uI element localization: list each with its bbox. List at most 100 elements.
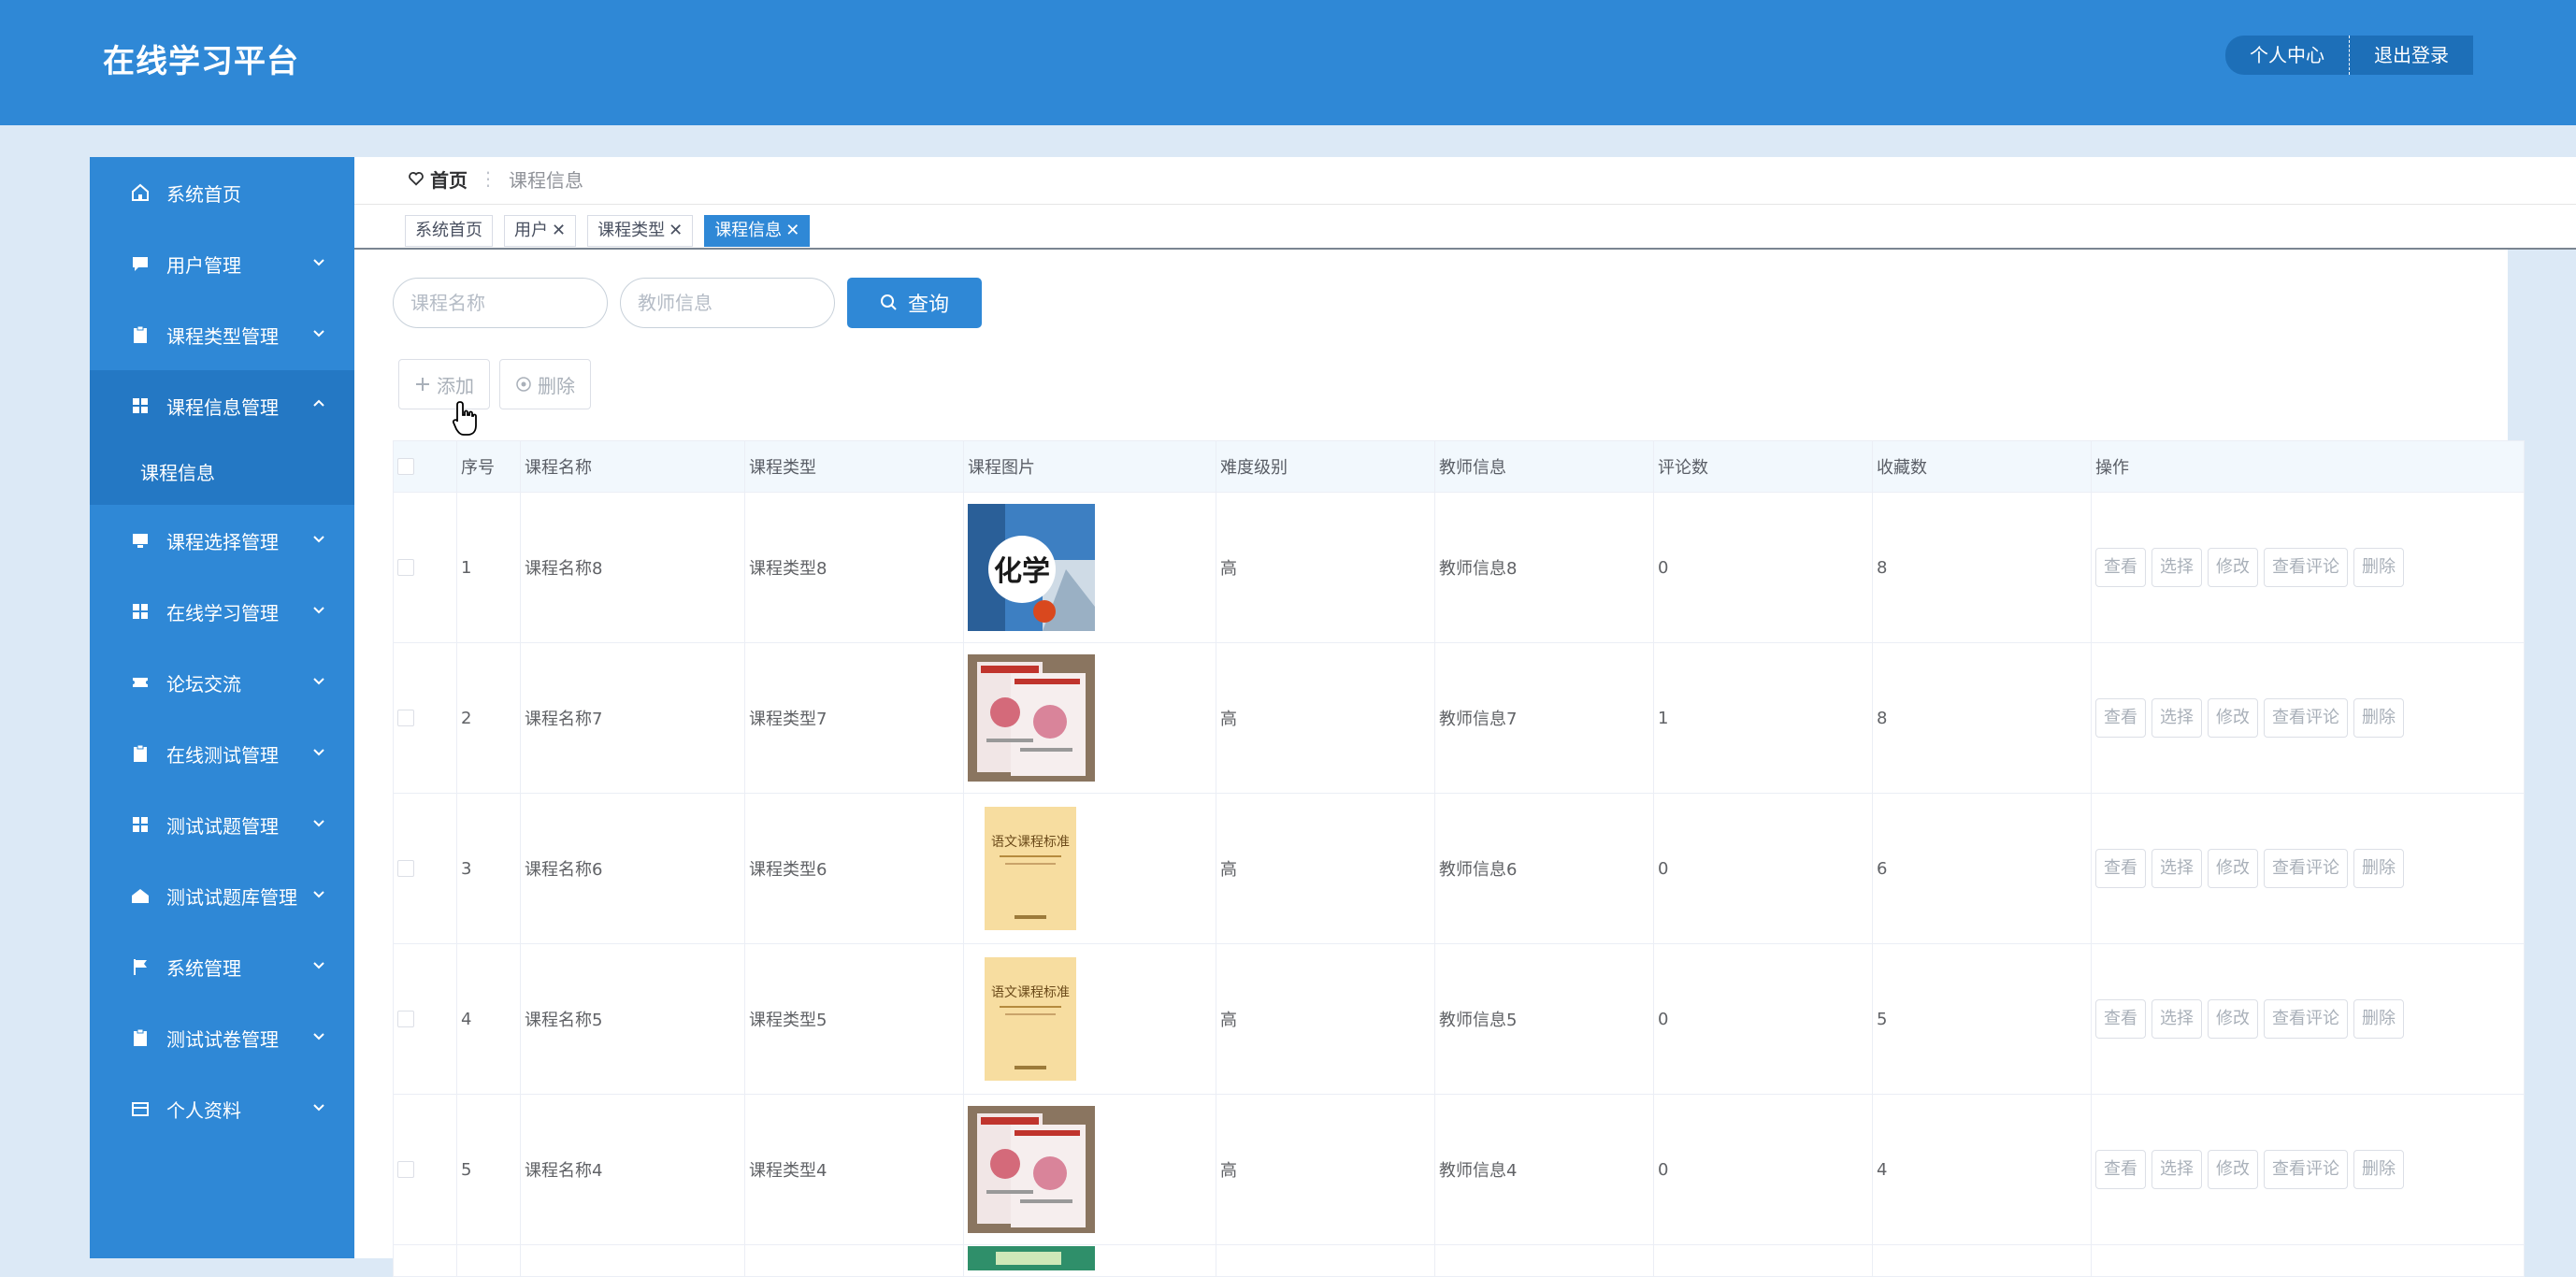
- tab-users[interactable]: 用户 ✕: [504, 215, 577, 247]
- row-select-cell[interactable]: [393, 943, 457, 1095]
- sidebar-item-question-bank[interactable]: 测试试题库管理: [90, 860, 354, 931]
- course-name-input[interactable]: [393, 278, 608, 328]
- breadcrumb-home[interactable]: 首页: [430, 165, 468, 193]
- select-button[interactable]: 选择: [2151, 698, 2202, 738]
- table-row: 4 课程名称5 课程类型5 语文课程标准 高 教师信息5 0 5 查看 选择 修…: [393, 943, 2525, 1095]
- view-button[interactable]: 查看: [2095, 999, 2146, 1039]
- course-image-book-set: [968, 1106, 1095, 1233]
- sidebar-item-users[interactable]: 用户管理: [90, 228, 354, 299]
- edit-button[interactable]: 修改: [2208, 999, 2258, 1039]
- sidebar-item-profile[interactable]: 个人资料: [90, 1073, 354, 1144]
- view-comments-button[interactable]: 查看评论: [2264, 1150, 2348, 1189]
- select-all-cell[interactable]: [393, 440, 457, 493]
- row-delete-button[interactable]: 删除: [2353, 1150, 2404, 1189]
- row-delete-button[interactable]: 删除: [2353, 849, 2404, 888]
- select-all-checkbox[interactable]: [397, 458, 414, 475]
- table-row: 2 课程名称7 课程类型7 高 教师信息7 1 8 查看 选择 修改 查看评论 …: [393, 642, 2525, 794]
- sidebar-item-system[interactable]: 系统管理: [90, 931, 354, 1002]
- view-comments-button[interactable]: 查看评论: [2264, 698, 2348, 738]
- edit-button[interactable]: 修改: [2208, 849, 2258, 888]
- sidebar-subitem-course-info[interactable]: 课程信息: [90, 441, 354, 505]
- edit-button[interactable]: 修改: [2208, 1150, 2258, 1189]
- sidebar-item-label: 测试试卷管理: [166, 1027, 279, 1051]
- select-button[interactable]: 选择: [2151, 548, 2202, 587]
- row-checkbox[interactable]: [397, 1161, 414, 1178]
- cell-image: 语文课程标准: [963, 793, 1216, 944]
- view-comments-button[interactable]: 查看评论: [2264, 849, 2348, 888]
- row-select-cell[interactable]: [393, 492, 457, 643]
- view-button[interactable]: 查看: [2095, 1150, 2146, 1189]
- cell-comments: 0: [1653, 1094, 1873, 1245]
- cell-image: [963, 1094, 1216, 1245]
- row-select-cell[interactable]: [393, 793, 457, 944]
- tab-course-info[interactable]: 课程信息 ✕: [704, 215, 811, 247]
- row-delete-button[interactable]: 删除: [2353, 548, 2404, 587]
- select-button[interactable]: 选择: [2151, 1150, 2202, 1189]
- search-button[interactable]: 查询: [847, 278, 982, 328]
- select-button[interactable]: 选择: [2151, 999, 2202, 1039]
- row-select-cell[interactable]: [393, 1094, 457, 1245]
- row-checkbox[interactable]: [397, 559, 414, 576]
- cell-teacher: 教师信息6: [1434, 793, 1654, 944]
- sidebar-item-forum[interactable]: 论坛交流: [90, 647, 354, 718]
- cell-favorites: 8: [1872, 642, 2092, 794]
- row-select-cell[interactable]: [393, 642, 457, 794]
- close-icon[interactable]: ✕: [669, 221, 683, 240]
- cell-actions: 查看 选择 修改 查看评论 删除: [2091, 1094, 2525, 1245]
- sidebar-item-course-selection[interactable]: 课程选择管理: [90, 505, 354, 576]
- tab-home[interactable]: 系统首页: [405, 215, 493, 247]
- sidebar-item-online-learning[interactable]: 在线学习管理: [90, 576, 354, 647]
- sidebar-item-label: 测试试题库管理: [166, 885, 297, 909]
- header-actions: 个人中心 退出登录: [2225, 36, 2473, 75]
- cell-favorites: 8: [1872, 492, 2092, 643]
- partial-cell: [456, 1244, 521, 1277]
- delete-button[interactable]: 删除: [499, 359, 591, 409]
- cell-index: 3: [456, 793, 521, 944]
- close-circle-icon: [516, 377, 531, 392]
- row-checkbox[interactable]: [397, 1011, 414, 1027]
- view-comments-button[interactable]: 查看评论: [2264, 548, 2348, 587]
- close-icon[interactable]: ✕: [785, 221, 799, 240]
- cell-index: 2: [456, 642, 521, 794]
- view-button[interactable]: 查看: [2095, 849, 2146, 888]
- view-button[interactable]: 查看: [2095, 698, 2146, 738]
- cell-favorites: 6: [1872, 793, 2092, 944]
- sidebar-item-test-papers[interactable]: 测试试卷管理: [90, 1002, 354, 1073]
- sidebar-item-course-type[interactable]: 课程类型管理: [90, 299, 354, 370]
- teacher-info-input[interactable]: [620, 278, 835, 328]
- course-image-partial: [968, 1246, 1095, 1270]
- cell-name: 课程名称8: [520, 492, 745, 643]
- course-image-chinese-standard: 语文课程标准: [968, 805, 1095, 932]
- row-checkbox[interactable]: [397, 860, 414, 877]
- edit-button[interactable]: 修改: [2208, 548, 2258, 587]
- sidebar-item-test-questions[interactable]: 测试试题管理: [90, 789, 354, 860]
- select-button[interactable]: 选择: [2151, 849, 2202, 888]
- edit-button[interactable]: 修改: [2208, 698, 2258, 738]
- table-header-row: 序号 课程名称 课程类型 课程图片 难度级别 教师信息 评论数 收藏数 操作: [393, 440, 2525, 493]
- view-button[interactable]: 查看: [2095, 548, 2146, 587]
- row-delete-button[interactable]: 删除: [2353, 999, 2404, 1039]
- view-comments-button[interactable]: 查看评论: [2264, 999, 2348, 1039]
- grid-icon: [129, 813, 151, 836]
- cell-name: 课程名称6: [520, 793, 745, 944]
- add-button-label: 添加: [437, 374, 474, 397]
- row-delete-button[interactable]: 删除: [2353, 698, 2404, 738]
- delete-button-label: 删除: [538, 374, 575, 397]
- partial-cell: [2091, 1244, 2525, 1277]
- tab-course-type[interactable]: 课程类型 ✕: [587, 215, 694, 247]
- search-icon: [880, 294, 897, 310]
- sidebar-item-course-info[interactable]: 课程信息管理: [90, 370, 354, 441]
- chevron-down-icon: [313, 962, 324, 969]
- row-checkbox[interactable]: [397, 710, 414, 726]
- sidebar-item-online-test[interactable]: 在线测试管理: [90, 718, 354, 789]
- sidebar-item-home[interactable]: 系统首页: [90, 157, 354, 228]
- close-icon[interactable]: ✕: [552, 221, 566, 240]
- chevron-down-icon: [313, 536, 324, 543]
- column-header: 序号: [456, 440, 521, 493]
- card-icon: [129, 1098, 151, 1120]
- personal-center-button[interactable]: 个人中心: [2225, 36, 2350, 75]
- hand-cursor-icon: [453, 401, 477, 436]
- cell-teacher: 教师信息5: [1434, 943, 1654, 1095]
- sidebar-item-label: 在线测试管理: [166, 743, 279, 767]
- logout-button[interactable]: 退出登录: [2350, 36, 2473, 75]
